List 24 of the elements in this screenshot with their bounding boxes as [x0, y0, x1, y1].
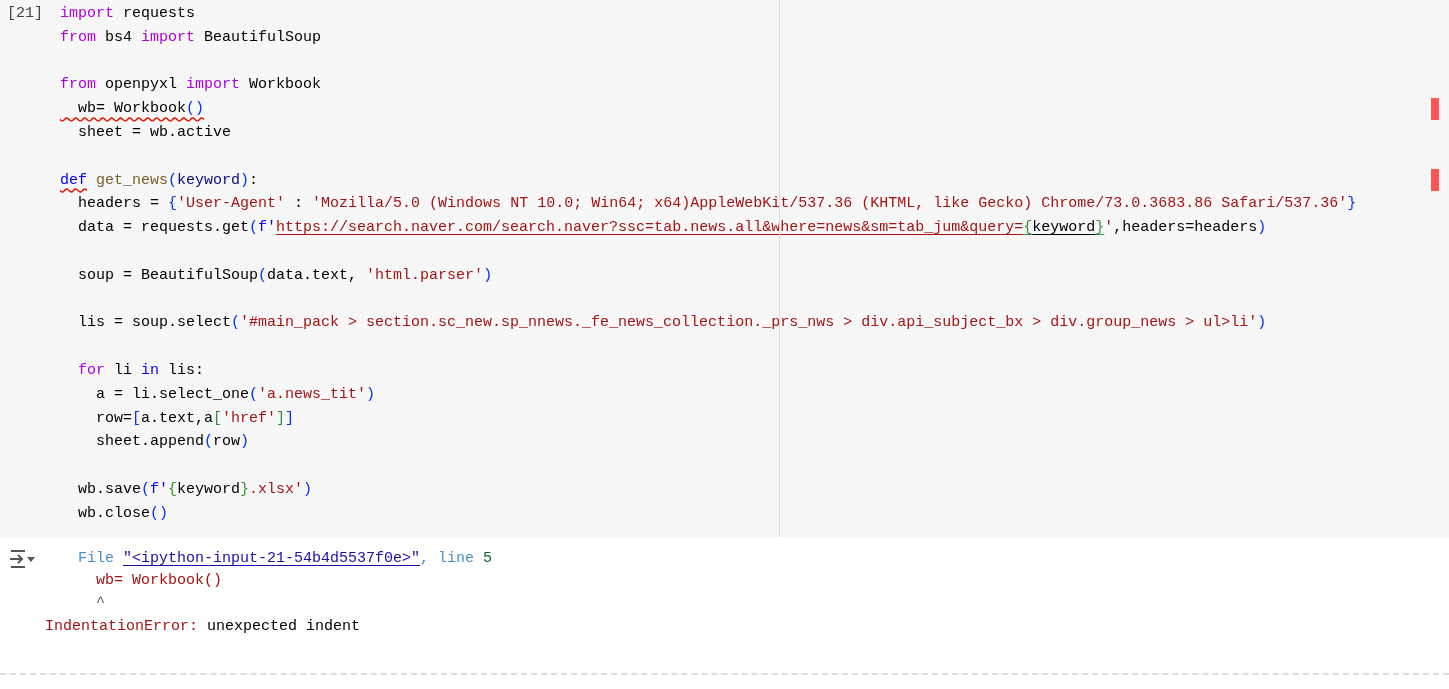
code-line: headers = {'User-Agent' : 'Mozilla/5.0 (Windows NT 10.0; Win64; x64)AppleWebKit/537.36 (KHTML, like Gecko) Chrome/73.0.3683.86 Safari/537.36'} — [77, 194, 1357, 215]
error-marker — [1431, 169, 1439, 191]
code-line: wb.save(f'{keyword}.xlsx') — [77, 479, 313, 500]
code-line: for li in lis: — [77, 360, 205, 381]
code-line: wb.close() — [77, 503, 169, 524]
traceback-line: IndentationError: unexpected indent — [45, 617, 361, 637]
traceback-line: wb= Workbook() — [95, 571, 223, 591]
code-line: a = li.select_one('a.news_tit') — [95, 384, 376, 405]
traceback-line: File "<ipython-input-21-54b4d5537f0e>", line 5 — [77, 549, 493, 569]
traceback-line: ^ — [95, 593, 105, 613]
code-line: sheet = wb.active — [77, 123, 232, 143]
output-toggle-icon[interactable] — [8, 548, 36, 570]
error-marker — [1431, 98, 1439, 120]
execution-count: [21] — [6, 4, 44, 24]
code-line: from bs4 import BeautifulSoup — [60, 27, 322, 48]
code-line: wb= Workbook() — [77, 99, 205, 120]
code-line: lis = soup.select('#main_pack > section.sc_new.sp_nnews._fe_news_collection._prs_nws > div.api_subject_bx > div.group_news > ul>li') — [77, 313, 1267, 334]
code-line: data = requests.get(f'https://search.naver.com/search.naver?ssc=tab.news.all&where=news&sm=tab_jum&query={keyword}',headers=headers) — [77, 218, 1267, 239]
code-line: import requests — [60, 4, 196, 24]
code-line: from openpyxl import Workbook — [60, 75, 322, 96]
code-line: soup = BeautifulSoup(data.text, 'html.parser') — [77, 265, 493, 286]
code-line: sheet.append(row) — [95, 432, 250, 453]
code-line: row=[a.text,a['href']] — [95, 408, 295, 429]
code-line: def get_news(keyword): — [60, 170, 259, 191]
